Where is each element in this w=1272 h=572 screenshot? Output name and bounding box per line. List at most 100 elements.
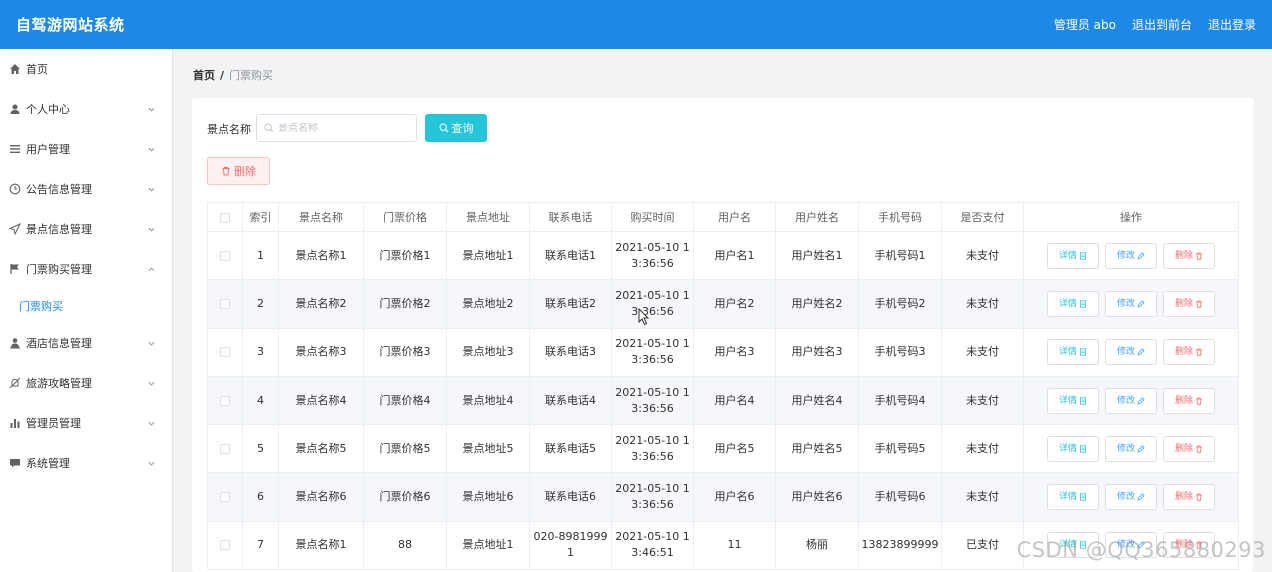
- column-header: 索引: [242, 202, 279, 232]
- chevron-down-icon: [147, 144, 156, 153]
- sidebar-item-label: 用户管理: [26, 143, 70, 156]
- delete-label: 删除: [1174, 347, 1193, 358]
- edit-button[interactable]: 修改: [1105, 242, 1157, 269]
- sidebar-item-hotels[interactable]: 酒店信息管理: [0, 323, 172, 363]
- sidebar-item-tickets[interactable]: 门票购买管理: [0, 249, 172, 289]
- edit-icon: [1137, 396, 1145, 405]
- time-line: 3:36:56: [631, 401, 674, 415]
- query-button[interactable]: 查询: [425, 114, 487, 142]
- sidebar-item-guides[interactable]: 旅游攻略管理: [0, 363, 172, 403]
- cell-index: 1: [242, 230, 279, 281]
- search-input-wrapper[interactable]: [256, 114, 417, 142]
- cell-price: 门票价格2: [363, 279, 447, 329]
- edit-label: 修改: [1116, 347, 1135, 358]
- cell-mobile: 手机号码3: [858, 327, 942, 377]
- search-input[interactable]: [278, 122, 408, 134]
- delete-button[interactable]: 删除: [1163, 339, 1215, 366]
- back-to-frontend-link[interactable]: 退出到前台: [1132, 16, 1192, 33]
- sidebar-subitem-ticket-purchase[interactable]: 门票购买: [0, 289, 172, 323]
- cell-phone: 联系电话2: [529, 279, 612, 329]
- cell-price: 门票价格6: [363, 472, 447, 522]
- row-checkbox[interactable]: [220, 298, 230, 309]
- edit-label: 修改: [1116, 395, 1135, 406]
- detail-button[interactable]: 详情: [1047, 290, 1099, 317]
- cell-name: 景点名称1: [278, 520, 364, 571]
- edit-icon: [1137, 493, 1145, 501]
- cell-name: 景点名称1: [278, 230, 364, 281]
- table-header-row: 索引 景点名称 门票价格 景点地址 联系电话 购买时间 用户名 用户姓名 手机号…: [207, 202, 1239, 232]
- chevron-down-icon: [147, 458, 156, 467]
- delete-button[interactable]: 删除: [1163, 387, 1215, 414]
- cell-address: 景点地址1: [446, 230, 530, 281]
- detail-button[interactable]: 详情: [1047, 339, 1099, 366]
- delete-button[interactable]: 删除: [1163, 435, 1215, 462]
- detail-button[interactable]: 详情: [1047, 435, 1099, 462]
- user-icon: [8, 103, 21, 116]
- column-header: 操作: [1023, 202, 1239, 232]
- cell-mobile: 手机号码5: [858, 424, 942, 474]
- select-all-checkbox[interactable]: [220, 212, 230, 223]
- sidebar-item-profile[interactable]: 个人中心: [0, 89, 172, 129]
- clock-icon: [8, 183, 21, 196]
- sidebar-item-system[interactable]: 系统管理: [0, 443, 172, 483]
- chevron-down-icon: [147, 184, 156, 193]
- edit-label: 修改: [1116, 298, 1135, 309]
- chevron-down-icon: [147, 338, 156, 347]
- cell-purchase-time: 2021-05-10 1 3:46:51: [611, 520, 694, 571]
- row-checkbox[interactable]: [220, 443, 230, 454]
- cell-price: 门票价格1: [363, 230, 447, 281]
- sidebar-item-label: 公告信息管理: [26, 183, 92, 196]
- cell-price: 门票价格3: [363, 327, 447, 377]
- delete-button[interactable]: 删除: [1163, 484, 1215, 511]
- cell-purchase-time: 2021-05-10 1 3:36:56: [611, 230, 694, 281]
- sidebar-item-home[interactable]: 首页: [0, 49, 172, 89]
- cell-realname: 用户姓名1: [775, 230, 859, 281]
- row-select-cell: [207, 472, 243, 522]
- sidebar-item-attractions[interactable]: 景点信息管理: [0, 209, 172, 249]
- sidebar-item-users[interactable]: 用户管理: [0, 129, 172, 169]
- sidebar-item-announcements[interactable]: 公告信息管理: [0, 169, 172, 209]
- cell-address: 景点地址4: [446, 375, 530, 426]
- cell-realname: 用户姓名3: [775, 327, 859, 377]
- edit-icon: [1137, 252, 1145, 260]
- batch-delete-button[interactable]: 删除: [207, 157, 270, 185]
- sidebar-item-admins[interactable]: 管理员管理: [0, 403, 172, 443]
- row-actions-cell: 详情 修改 删除: [1023, 230, 1239, 281]
- edit-button[interactable]: 修改: [1105, 484, 1157, 511]
- cell-paid: 已支付: [941, 520, 1024, 571]
- edit-button[interactable]: 修改: [1105, 435, 1157, 462]
- row-checkbox[interactable]: [220, 492, 230, 503]
- logout-link[interactable]: 退出登录: [1208, 16, 1256, 33]
- cell-purchase-time: 2021-05-10 1 3:36:56: [611, 279, 694, 329]
- flag-icon: [8, 263, 21, 276]
- edit-button[interactable]: 修改: [1105, 290, 1157, 317]
- sidebar-item-label: 旅游攻略管理: [26, 377, 92, 390]
- breadcrumb-home[interactable]: 首页: [193, 69, 215, 82]
- row-checkbox[interactable]: [220, 395, 230, 406]
- detail-button[interactable]: 详情: [1047, 484, 1099, 511]
- row-checkbox[interactable]: [220, 347, 230, 358]
- detail-label: 详情: [1058, 492, 1077, 503]
- cell-phone: 020-8981999 1: [529, 520, 612, 571]
- chevron-down-icon: [147, 224, 156, 233]
- row-checkbox[interactable]: [220, 250, 230, 261]
- bell-off-icon: [8, 377, 21, 390]
- delete-button[interactable]: 删除: [1163, 290, 1215, 317]
- detail-button[interactable]: 详情: [1047, 387, 1099, 414]
- cell-name: 景点名称3: [278, 327, 364, 377]
- trash-icon: [1196, 397, 1202, 405]
- edit-label: 修改: [1116, 250, 1135, 261]
- delete-button[interactable]: 删除: [1163, 242, 1215, 269]
- edit-button[interactable]: 修改: [1105, 339, 1157, 366]
- current-user-label[interactable]: 管理员 abo: [1054, 16, 1116, 33]
- detail-button[interactable]: 详情: [1047, 242, 1099, 269]
- edit-button[interactable]: 修改: [1105, 387, 1157, 414]
- cell-username: 用户名1: [693, 230, 776, 281]
- cell-paid: 未支付: [941, 472, 1024, 522]
- document-icon: [1080, 252, 1086, 260]
- table-row: 3 景点名称3 门票价格3 景点地址3 联系电话3 2021-05-10 1 3:36:56…: [207, 327, 1239, 377]
- batch-delete-label: 删除: [234, 165, 256, 178]
- row-checkbox[interactable]: [220, 540, 230, 551]
- table-row: 5 景点名称5 门票价格5 景点地址5 联系电话5 2021-05-10 1 3:36:56…: [207, 424, 1239, 474]
- query-button-label: 查询: [451, 122, 474, 135]
